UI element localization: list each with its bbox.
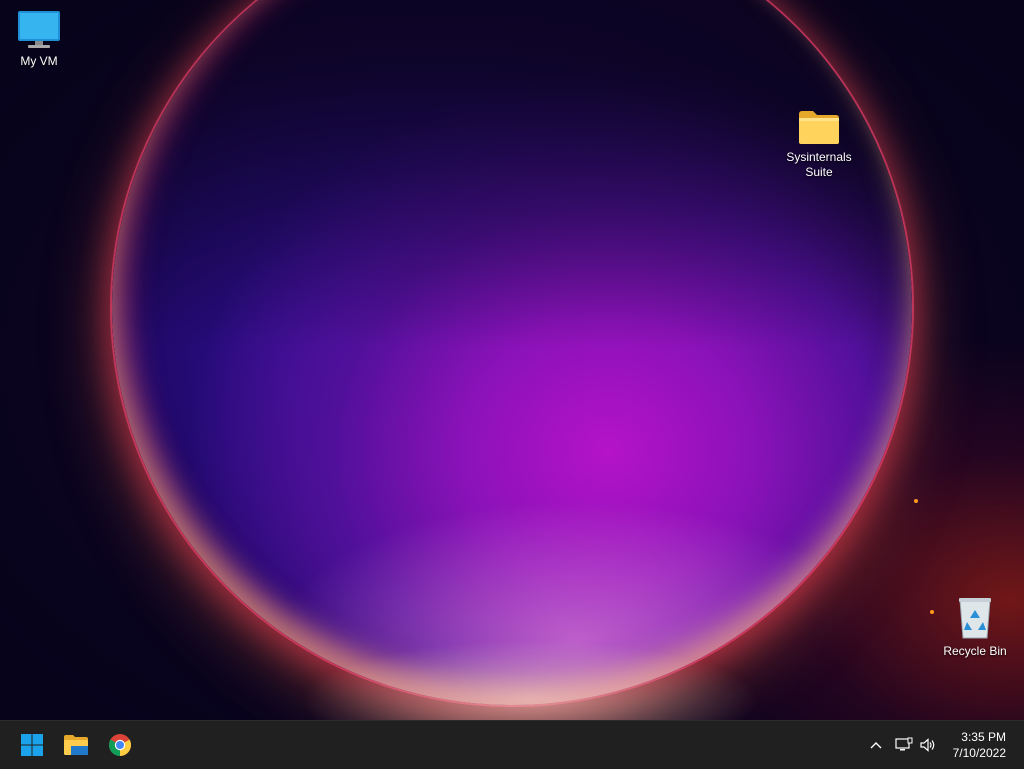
desktop-icon-label: My VM: [20, 54, 58, 68]
volume-button[interactable]: [916, 721, 940, 769]
desktop-icon-my-vm[interactable]: My VM: [0, 10, 81, 69]
speaker-icon: [920, 738, 935, 752]
file-explorer-icon: [64, 735, 88, 755]
network-status-button[interactable]: [892, 721, 916, 769]
wallpaper-spark: [914, 499, 918, 503]
wallpaper-orb: [112, 0, 912, 705]
clock-time: 3:35 PM: [961, 730, 1006, 744]
chevron-up-icon: [870, 742, 882, 749]
taskbar: 3:35 PM 7/10/2022: [0, 720, 1024, 769]
desktop-icon-label: Recycle Bin: [943, 644, 1007, 658]
network-icon: [895, 737, 913, 751]
file-explorer-button[interactable]: [58, 727, 94, 763]
desktop-icon-sysinternals-suite[interactable]: Sysinternals Suite: [777, 108, 861, 180]
desktop-icon-recycle-bin[interactable]: Recycle Bin: [933, 596, 1017, 659]
monitor-icon: [18, 11, 60, 48]
recycle-bin-icon: [959, 598, 991, 639]
chrome-icon: [109, 734, 131, 756]
taskbar-clock[interactable]: 3:35 PM 7/10/2022: [953, 729, 1006, 761]
folder-icon: [799, 111, 839, 144]
clock-date: 7/10/2022: [952, 746, 1006, 760]
show-hidden-icons-button[interactable]: [864, 721, 888, 769]
desktop-icon-label: Sysinternals Suite: [786, 150, 852, 179]
windows-start-icon: [21, 734, 43, 756]
start-button[interactable]: [14, 727, 50, 763]
desktop-wallpaper: [0, 0, 1024, 720]
chrome-button[interactable]: [102, 727, 138, 763]
